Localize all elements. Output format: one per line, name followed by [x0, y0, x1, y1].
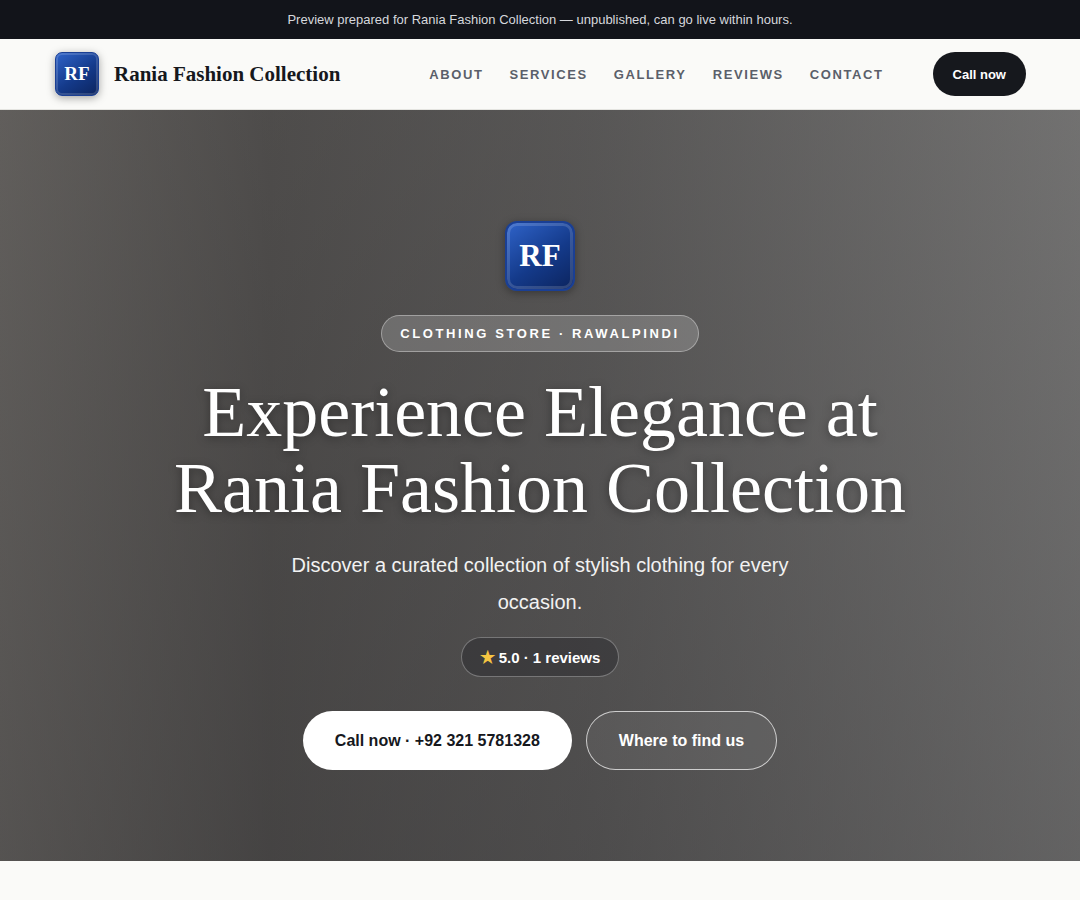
rating-text: 5.0 · 1 reviews: [499, 649, 601, 666]
call-now-button[interactable]: Call now · +92 321 5781328: [303, 711, 572, 770]
next-section: [0, 861, 1080, 900]
nav-link[interactable]: SERVICES: [510, 67, 588, 82]
nav-link[interactable]: CONTACT: [810, 67, 884, 82]
find-us-button[interactable]: Where to find us: [586, 711, 777, 770]
star-icon: ★: [480, 647, 495, 668]
nav-link[interactable]: REVIEWS: [713, 67, 784, 82]
call-button[interactable]: Call now: [933, 52, 1026, 96]
nav-link[interactable]: GALLERY: [614, 67, 687, 82]
navbar: RF Rania Fashion Collection ABOUT SERVICES G…: [0, 39, 1080, 110]
category-badge: CLOTHING STORE · RAWALPINDI: [381, 315, 698, 352]
hero-logo-icon: RF: [505, 221, 575, 291]
hero-title: Experience Elegance at Rania Fashion Col…: [160, 374, 920, 526]
brand-logo-icon: RF: [55, 52, 99, 96]
brand-name: Rania Fashion Collection: [114, 62, 340, 87]
hero-subtitle: Discover a curated collection of stylish…: [255, 547, 825, 621]
brand[interactable]: RF Rania Fashion Collection: [55, 52, 340, 96]
rating-badge: ★5.0 · 1 reviews: [461, 637, 620, 677]
nav-link[interactable]: ABOUT: [429, 67, 483, 82]
hero-buttons: Call now · +92 321 5781328Where to find …: [303, 711, 777, 770]
preview-banner: Preview prepared for Rania Fashion Colle…: [0, 0, 1080, 39]
nav-links: ABOUT SERVICES GALLERY REVIEWS CONTACT: [429, 67, 883, 82]
hero: RF CLOTHING STORE · RAWALPINDI Experience …: [0, 110, 1080, 861]
page: Preview prepared for Rania Fashion Colle…: [0, 0, 1080, 900]
